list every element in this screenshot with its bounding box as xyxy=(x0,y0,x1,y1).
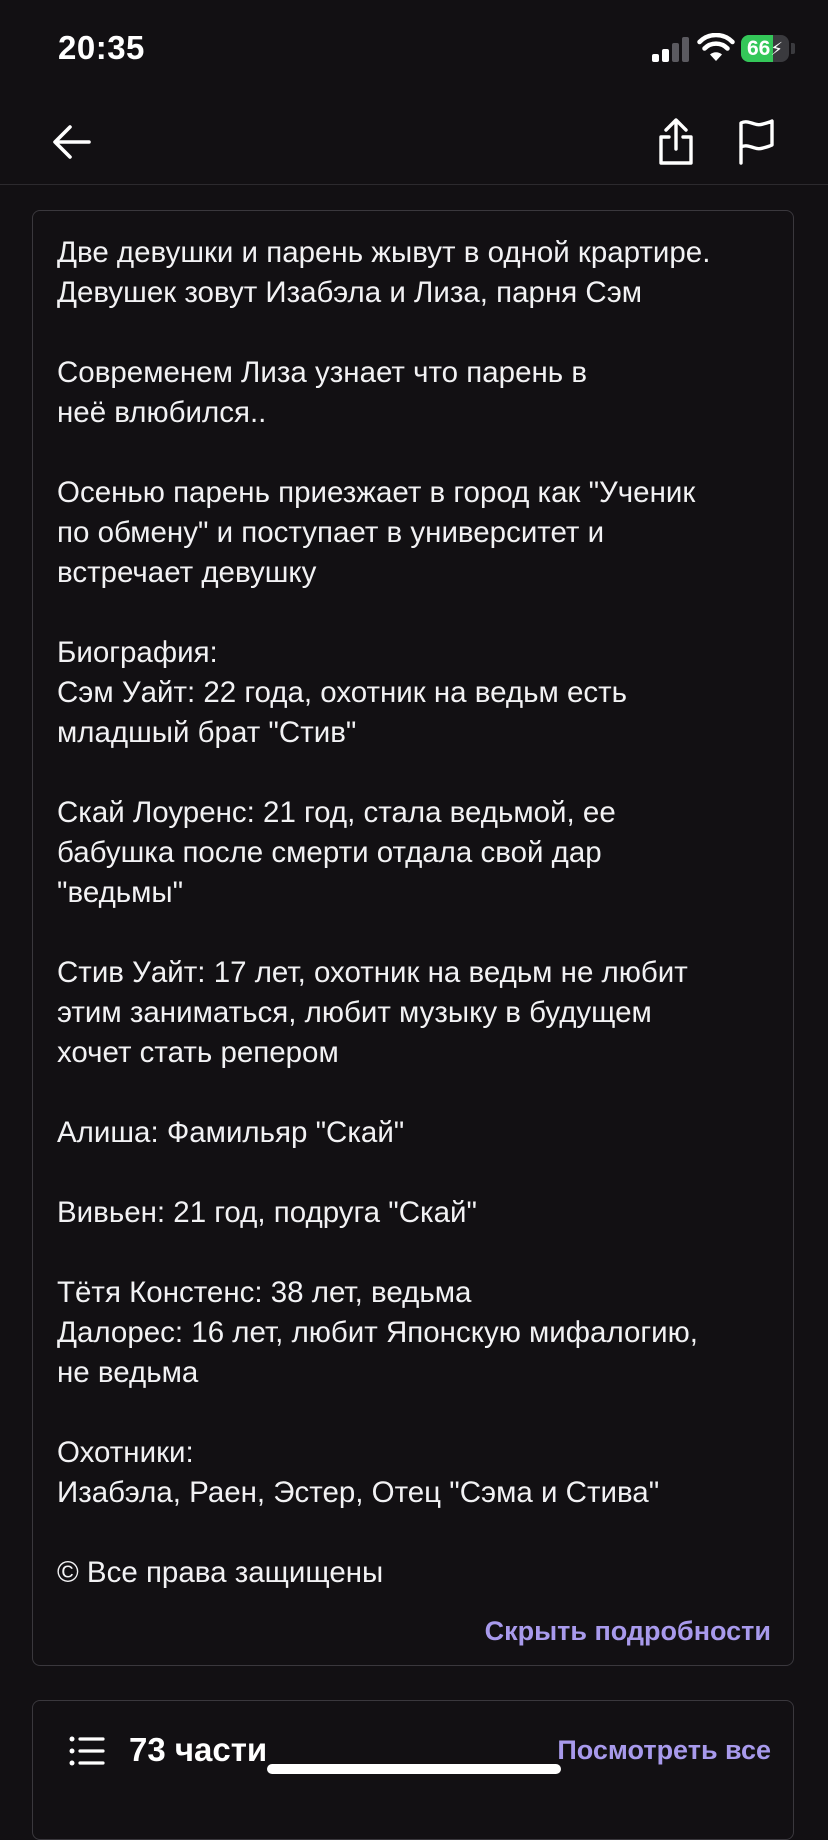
share-icon xyxy=(659,118,693,165)
list-icon xyxy=(69,1736,105,1766)
nav-bar xyxy=(0,100,828,185)
hide-details-button[interactable]: Скрыть подробности xyxy=(485,1616,771,1647)
status-bar: 20:35 66⚡ xyxy=(0,0,828,100)
story-description-card: Две девушки и парень жывут в одной крарт… xyxy=(32,210,794,1666)
status-time: 20:35 xyxy=(58,29,145,66)
battery-tip xyxy=(791,43,795,54)
parts-count: 73 части xyxy=(129,1731,268,1768)
home-indicator[interactable] xyxy=(267,1764,561,1774)
arrow-left-icon xyxy=(53,125,91,159)
flag-icon xyxy=(739,119,774,165)
report-button[interactable] xyxy=(726,114,786,170)
wifi-icon xyxy=(697,33,735,61)
share-button[interactable] xyxy=(646,114,706,170)
battery-icon: 66⚡ xyxy=(741,35,789,62)
view-all-button[interactable]: Посмотреть все xyxy=(557,1735,771,1766)
back-button[interactable] xyxy=(42,114,102,170)
cellular-signal-icon xyxy=(652,36,692,62)
story-description-text: Две девушки и парень жывут в одной крарт… xyxy=(57,236,711,1589)
battery-percentage: 66⚡ xyxy=(747,37,783,60)
